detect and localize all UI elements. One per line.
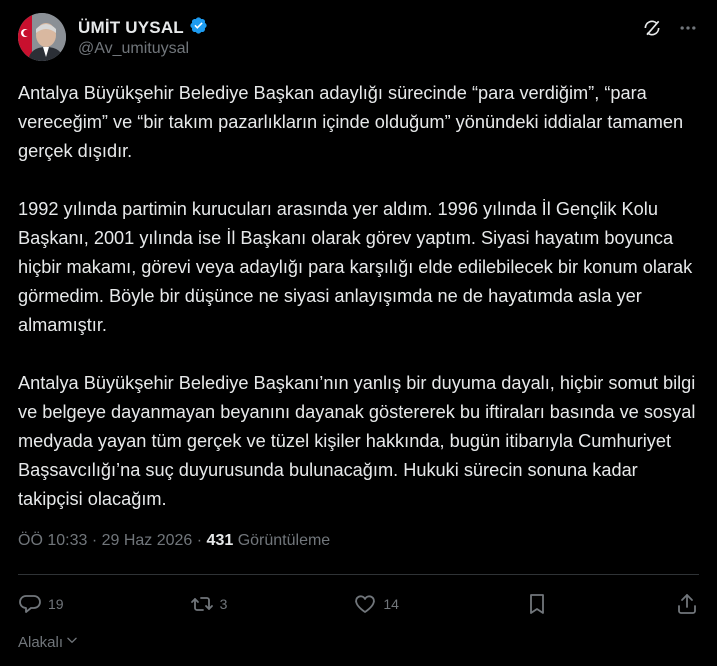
meta-separator: · <box>87 532 102 549</box>
like-button[interactable]: 14 <box>353 592 399 616</box>
author-name-row[interactable]: ÜMİT UYSAL <box>78 16 208 40</box>
avatar[interactable] <box>18 13 66 61</box>
related-label: Alakalı <box>18 633 64 651</box>
author-name[interactable]: ÜMİT UYSAL <box>78 18 184 38</box>
bookmark-icon <box>525 592 549 616</box>
post-header: ÜMİT UYSAL @Av_umituysal <box>18 13 699 65</box>
reply-count: 19 <box>48 596 64 612</box>
repost-button[interactable]: 3 <box>190 592 228 616</box>
author-handle[interactable]: @Av_umituysal <box>78 40 189 58</box>
more-icon[interactable] <box>677 17 699 39</box>
post-date[interactable]: 29 Haz 2026 <box>102 532 193 549</box>
repost-icon <box>190 592 214 616</box>
post-time[interactable]: ÖÖ 10:33 <box>18 532 87 549</box>
chevron-down-icon <box>65 633 79 651</box>
post-top-actions <box>641 17 699 39</box>
related-dropdown[interactable]: Alakalı <box>18 633 79 651</box>
reply-icon <box>18 592 42 616</box>
views-count[interactable]: 431 <box>207 532 234 549</box>
post-meta: ÖÖ 10:33 · 29 Haz 2026 · 431 Görüntüleme <box>18 532 330 550</box>
share-icon <box>675 592 699 616</box>
views-label: Görüntüleme <box>233 532 331 549</box>
post-text: Antalya Büyükşehir Belediye Başkan adayl… <box>18 79 698 543</box>
post-paragraph: 1992 yılında partimin kurucuları arasınd… <box>18 199 693 335</box>
heart-icon <box>353 592 377 616</box>
like-count: 14 <box>383 596 399 612</box>
repost-count: 3 <box>219 596 228 612</box>
post-actions: 19 3 14 <box>18 590 699 618</box>
verified-badge-icon <box>189 16 208 40</box>
meta-separator: · <box>192 532 207 549</box>
post-paragraph: Antalya Büyükşehir Belediye Başkan adayl… <box>18 83 684 161</box>
divider <box>18 574 699 575</box>
share-button[interactable] <box>675 592 699 616</box>
bookmark-button[interactable] <box>525 592 549 616</box>
post-paragraph: Antalya Büyükşehir Belediye Başkanı’nın … <box>18 373 696 509</box>
grok-icon[interactable] <box>641 17 663 39</box>
reply-button[interactable]: 19 <box>18 592 64 616</box>
